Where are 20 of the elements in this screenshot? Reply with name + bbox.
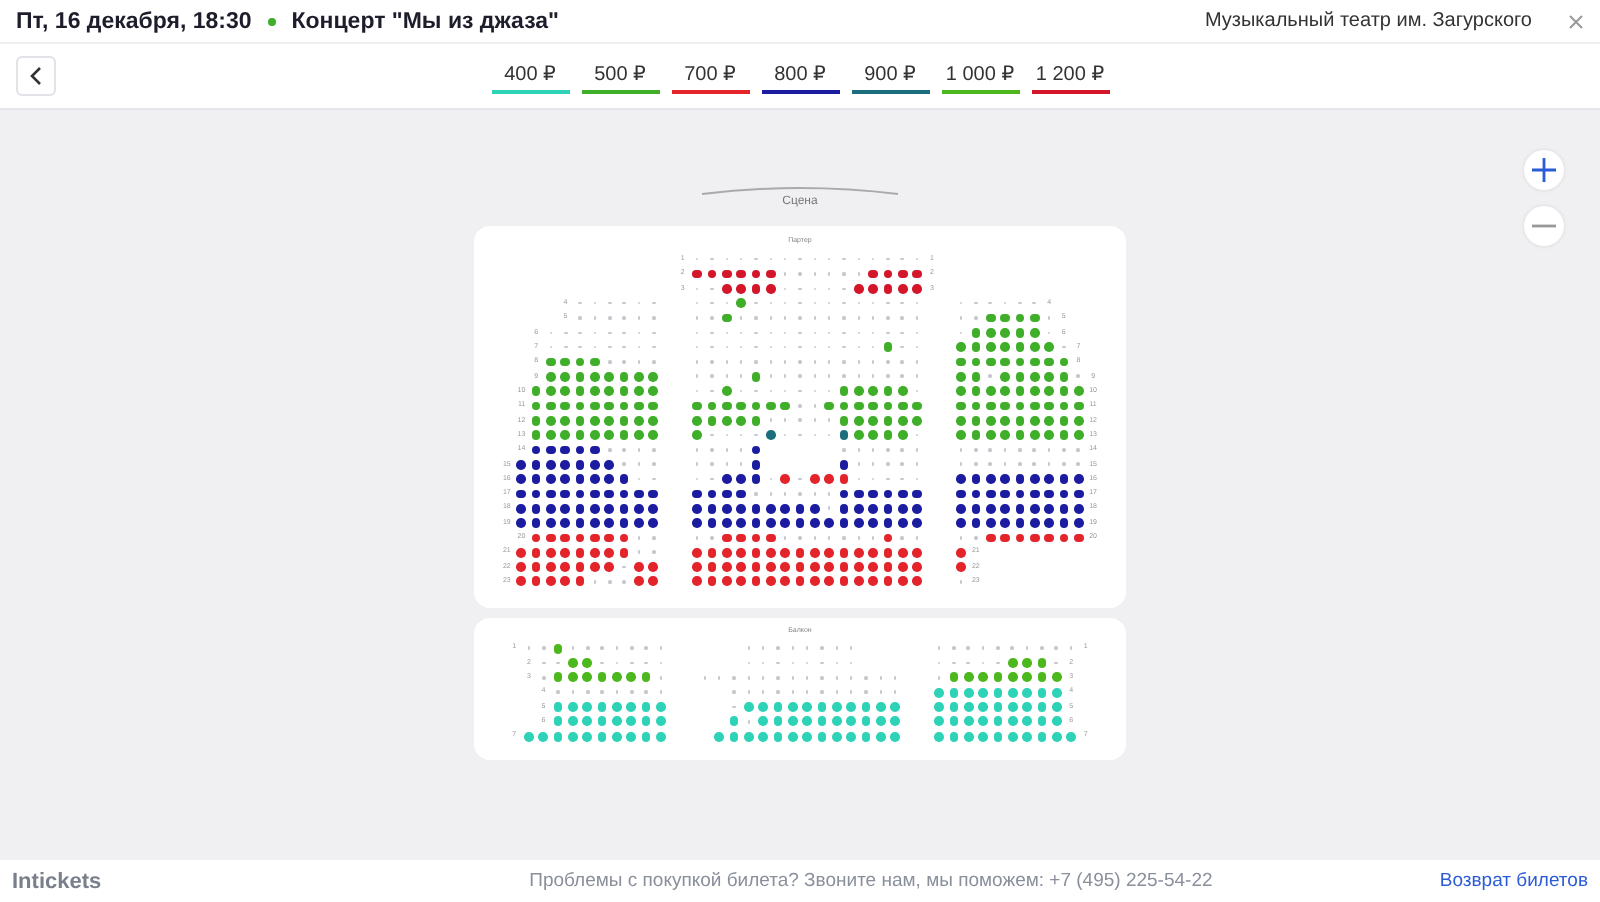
event-datetime: Пт, 16 декабря, 18:30 [16, 9, 252, 33]
plus-icon [1532, 158, 1556, 182]
price-tab[interactable]: 1 200 ₽ [1031, 59, 1109, 93]
price-tab[interactable]: 500 ₽ [581, 59, 659, 93]
event-title: Концерт "Мы из джаза" [291, 9, 559, 33]
chevron-left-icon [28, 66, 44, 86]
separator-dot [267, 17, 276, 25]
zoom-out-button[interactable] [1524, 206, 1564, 246]
refund-link[interactable]: Возврат билетов [1439, 870, 1588, 892]
zoom-in-button[interactable] [1524, 150, 1564, 190]
price-tab[interactable]: 1 000 ₽ [941, 59, 1019, 93]
price-tab[interactable]: 800 ₽ [761, 59, 839, 93]
back-button[interactable] [16, 56, 56, 96]
close-icon[interactable] [1568, 13, 1584, 29]
support-text: Проблемы с покупкой билета? Звоните нам, мы поможем: +7 (495) 225-54-22 [529, 870, 1213, 892]
price-tab[interactable]: 700 ₽ [671, 59, 749, 93]
price-tab[interactable]: 400 ₽ [491, 59, 569, 93]
logo: Intickets [12, 869, 102, 893]
price-tab[interactable]: 900 ₽ [851, 59, 929, 93]
venue-name: Музыкальный театр им. Загурского [1204, 10, 1532, 32]
